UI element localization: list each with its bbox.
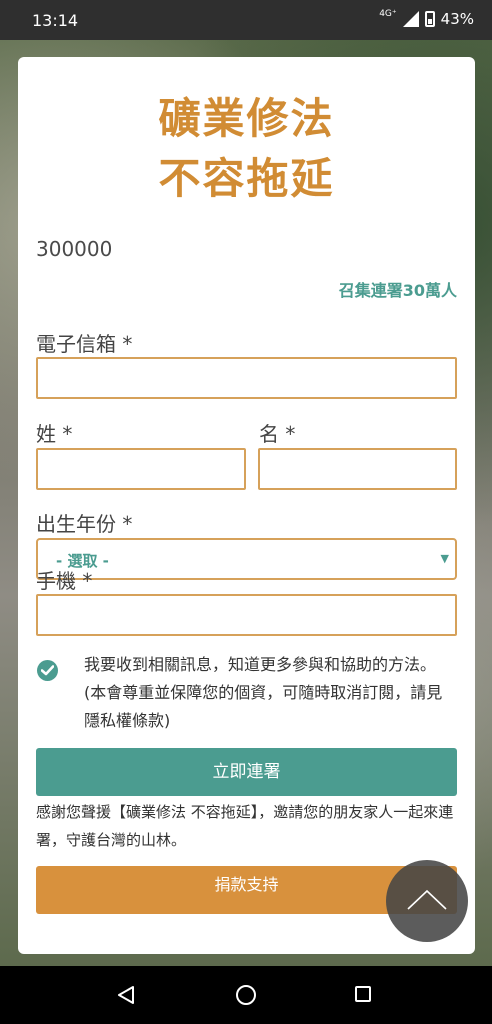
phone-field[interactable] <box>36 594 457 636</box>
battery-icon <box>424 11 435 27</box>
battery-percent: 43% <box>440 10 474 28</box>
page-title-line1: 礦業修法 <box>158 94 335 143</box>
first-name-label: 名 * <box>259 422 296 446</box>
signature-goal: 召集連署30萬人 <box>338 281 457 300</box>
birth-year-label: 出生年份 * <box>36 512 133 536</box>
birth-year-select[interactable]: - 選取 - ▼ <box>36 538 457 580</box>
petition-card: 礦業修法 不容拖延 300000 召集連署30萬人 電子信箱 * 姓 * 名 *… <box>18 57 475 954</box>
home-icon[interactable] <box>236 985 256 1005</box>
last-name-label: 姓 * <box>36 422 73 446</box>
email-field[interactable] <box>36 357 457 399</box>
check-circle-icon <box>41 665 54 676</box>
first-name-field[interactable] <box>258 448 457 490</box>
phone-label: 手機 * <box>36 569 93 593</box>
back-icon[interactable] <box>117 985 135 1005</box>
status-icons: 4G⁺ 43% <box>379 9 474 28</box>
email-label: 電子信箱 * <box>36 332 133 356</box>
navigation-bar <box>0 966 492 1024</box>
consent-checkbox[interactable] <box>37 660 58 681</box>
scroll-top-button[interactable] <box>386 860 468 942</box>
chevron-up-icon <box>407 889 447 910</box>
network-type: 4G⁺ <box>379 9 397 19</box>
dropdown-arrow-icon: ▼ <box>440 552 449 565</box>
status-bar: 13:14 4G⁺ 43% <box>0 0 492 40</box>
signal-icon <box>402 11 419 27</box>
status-time: 13:14 <box>32 11 79 30</box>
signature-count: 300000 <box>36 237 113 261</box>
thanks-text: 感謝您聲援【礦業修法 不容拖延】，邀請您的朋友家人一起來連署，守護台灣的山林。 <box>36 803 454 849</box>
consent-text: 我要收到相關訊息，知道更多參與和協助的方法。(本會尊重並保障您的個資，可隨時取消… <box>84 655 443 730</box>
page-title-line2: 不容拖延 <box>158 154 335 203</box>
sign-button[interactable]: 立即連署 <box>36 748 457 796</box>
recent-apps-icon[interactable] <box>355 986 371 1002</box>
last-name-field[interactable] <box>36 448 246 490</box>
